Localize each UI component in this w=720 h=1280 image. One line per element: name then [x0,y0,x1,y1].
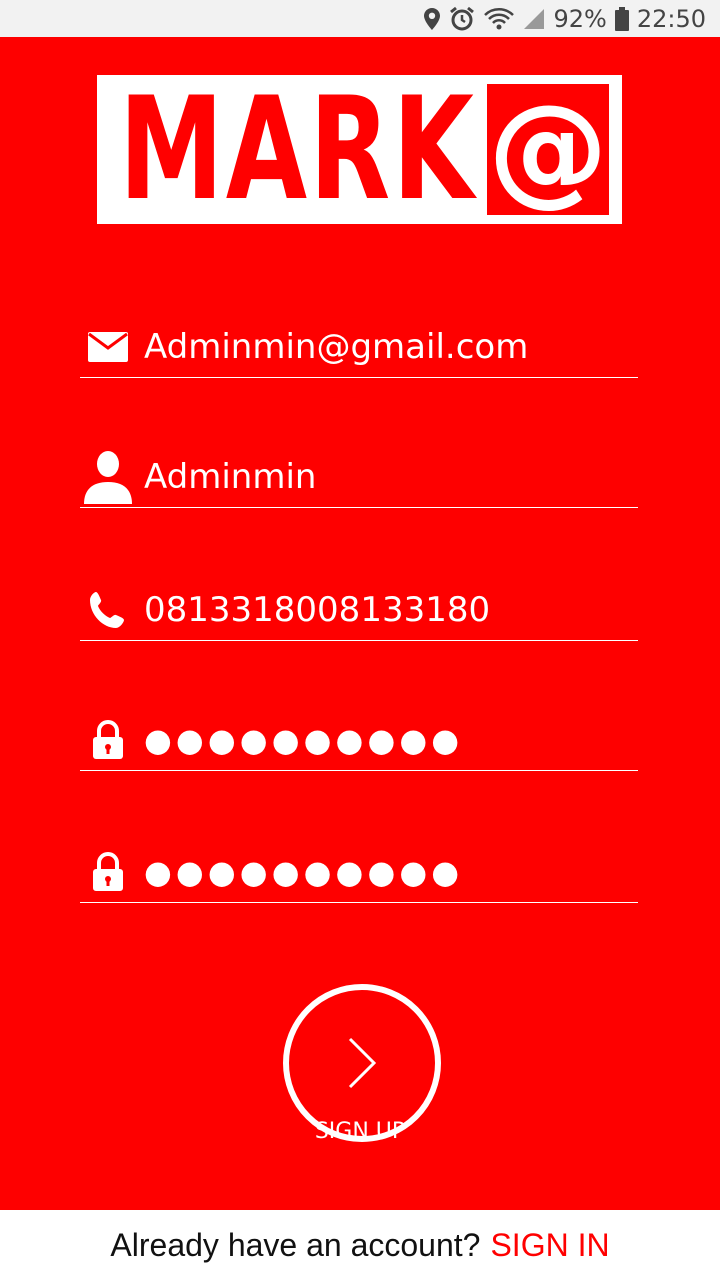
logo-text: MARK [119,67,477,232]
wifi-icon [484,7,515,29]
signup-screen: MARK @ Adminmin@gmail.com Adminmin 08133… [0,37,720,1210]
username-value: Adminmin [144,457,317,497]
mail-icon [84,317,132,377]
phone-field[interactable]: 0813318008133180 [80,580,638,641]
signin-prompt: Already have an account? SIGN IN [0,1210,720,1280]
confirm-password-field[interactable]: ●●●●●●●●●● [80,842,638,903]
chevron-right-icon [348,1037,377,1089]
lock-icon [84,710,132,770]
lock-icon [84,842,132,902]
location-icon [424,7,441,30]
email-value: Adminmin@gmail.com [144,327,529,367]
phone-value: 0813318008133180 [144,590,491,630]
clock: 22:50 [636,4,706,33]
battery-icon [614,6,629,31]
signin-question: Already have an account? [110,1226,481,1263]
logo-at-symbol: @ [488,80,608,219]
battery-percent: 92% [553,4,607,33]
password-field[interactable]: ●●●●●●●●●● [80,710,638,771]
password-value: ●●●●●●●●●● [144,721,464,759]
person-icon [84,447,132,507]
signin-link[interactable]: SIGN IN [490,1227,609,1264]
signal-icon [524,8,545,29]
mark-logo: MARK @ [97,75,622,224]
signup-label: SIGN UP [314,1119,406,1144]
phone-icon [84,580,132,640]
email-field[interactable]: Adminmin@gmail.com [80,317,638,378]
username-field[interactable]: Adminmin [80,447,638,508]
confirm-password-value: ●●●●●●●●●● [144,853,464,891]
status-bar: 92% 22:50 [0,0,720,37]
logo-at-box: @ [487,84,609,215]
alarm-icon [450,6,475,30]
